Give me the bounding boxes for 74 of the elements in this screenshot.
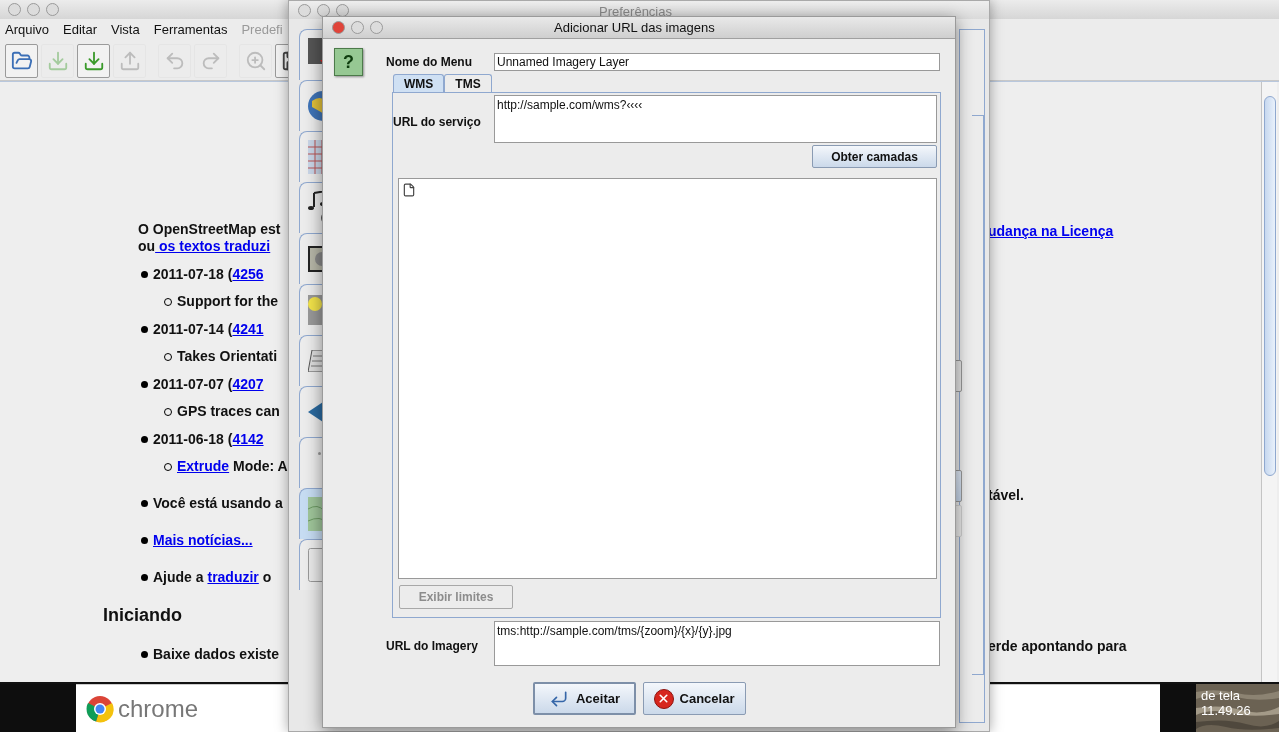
- bullet-icon: [141, 381, 148, 388]
- link[interactable]: 4256: [232, 266, 264, 282]
- scroll-thumb[interactable]: [1263, 96, 1276, 476]
- menu-item[interactable]: Editar: [63, 20, 98, 40]
- cancel-button[interactable]: Cancelar: [642, 682, 746, 715]
- list-item: 2011-07-18 (4256: [153, 265, 264, 284]
- menu-item[interactable]: Arquivo: [5, 20, 50, 40]
- list-item: Support for the: [177, 292, 279, 311]
- paragraph: ou os textos traduzi: [138, 237, 271, 256]
- link[interactable]: Mais notícias...: [153, 532, 253, 548]
- bullet-icon: [141, 436, 148, 443]
- list-item: Baixe dados existe: [153, 645, 280, 664]
- minimize-button[interactable]: [27, 3, 40, 16]
- bullet-icon: [141, 326, 148, 333]
- link[interactable]: udança na Licença: [988, 223, 1114, 239]
- search-icon: [244, 49, 267, 72]
- close-button[interactable]: [8, 3, 21, 16]
- list-item: GPS traces can: [177, 402, 280, 421]
- desktop-label: 11.49.26: [1201, 703, 1252, 718]
- list-item: Você está usando a: [153, 494, 283, 513]
- tab[interactable]: WMS: [393, 74, 445, 92]
- bullet-icon: [141, 574, 148, 581]
- link[interactable]: Extrude: [177, 458, 230, 474]
- field-label: URL do Imagery: [386, 638, 479, 655]
- imagery-url-field[interactable]: tms:http://sample.com/tms/{zoom}/{x}/{y}.jpg: [494, 621, 940, 666]
- field-label: URL do serviço: [393, 114, 482, 131]
- toolbar-button[interactable]: [77, 43, 110, 78]
- list-item: 2011-06-18 (4142: [153, 430, 264, 449]
- tab[interactable]: TMS: [444, 74, 492, 92]
- list-item: Takes Orientati: [177, 347, 278, 366]
- zoom-button[interactable]: [46, 3, 59, 16]
- file-icon: [402, 182, 416, 198]
- text: erde apontando para: [988, 637, 1127, 653]
- close-button[interactable]: [298, 3, 311, 17]
- section-heading: Iniciando: [103, 603, 182, 627]
- zoom-button[interactable]: [370, 21, 383, 34]
- folder-icon: [10, 49, 33, 72]
- bullet-icon: [141, 271, 148, 278]
- download-icon: [82, 49, 105, 72]
- menu-item[interactable]: Ferramentas: [153, 20, 228, 40]
- window-title: Adicionar URL das imagens: [554, 18, 715, 37]
- upload-icon: [118, 49, 141, 72]
- desktop-label: de tela: [1201, 688, 1242, 703]
- toolbar-button[interactable]: [5, 43, 38, 78]
- logo-icon: [86, 694, 114, 723]
- list-item: 2011-07-07 (4207: [153, 375, 264, 394]
- scrollbar[interactable]: [1261, 82, 1277, 682]
- accept-button[interactable]: Aceitar: [532, 682, 636, 715]
- link[interactable]: os textos traduzi: [155, 238, 271, 254]
- zoom-button[interactable]: [336, 3, 349, 17]
- download-icon: [46, 49, 69, 72]
- bullet-icon: [141, 500, 148, 507]
- list-item: 2011-07-14 (4241: [153, 320, 264, 339]
- close-button[interactable]: [332, 21, 345, 34]
- link[interactable]: 4241: [232, 321, 264, 337]
- bullet-icon: [141, 651, 148, 658]
- bullet-icon: [141, 537, 148, 544]
- field-label: Nome do Menu: [386, 54, 473, 71]
- service-url-field[interactable]: http://sample.com/wms?‹‹‹‹: [494, 95, 937, 143]
- list-item: Ajude a traduzir o: [153, 568, 272, 587]
- window-title: Preferências: [599, 3, 672, 21]
- menu-name-field[interactable]: Unnamed Imagery Layer: [494, 53, 940, 71]
- menu-item[interactable]: Vista: [111, 20, 140, 40]
- list-item: Extrude Mode: A: [177, 457, 288, 476]
- link[interactable]: traduzir: [207, 569, 259, 585]
- paragraph: O OpenStreetMap est: [138, 220, 281, 239]
- link[interactable]: 4207: [232, 376, 264, 392]
- stop-icon: [653, 688, 674, 709]
- help-icon: ?: [334, 48, 363, 76]
- minimize-button[interactable]: [317, 3, 330, 17]
- link[interactable]: 4142: [232, 431, 264, 447]
- minimize-button[interactable]: [351, 21, 364, 34]
- window-label: chrome: [118, 693, 199, 724]
- get-layers-button[interactable]: Obter camadas: [812, 145, 937, 168]
